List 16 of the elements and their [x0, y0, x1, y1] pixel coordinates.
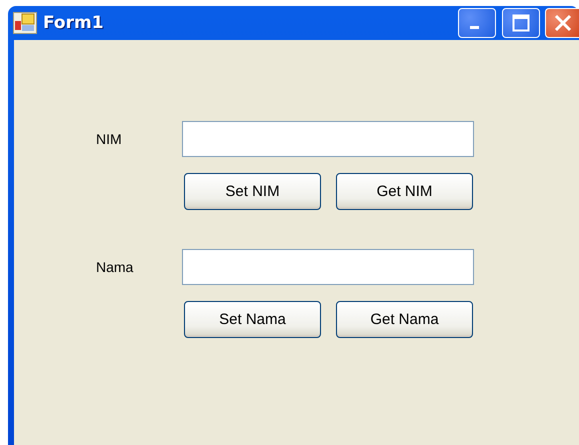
close-icon — [554, 14, 572, 32]
minimize-button[interactable] — [458, 8, 496, 38]
close-button[interactable] — [545, 8, 579, 38]
action-button[interactable]: Get Nama — [336, 301, 473, 338]
input-field[interactable] — [182, 121, 474, 157]
action-button[interactable]: Set NIM — [184, 173, 321, 210]
input-field[interactable] — [182, 249, 474, 285]
form-icon — [13, 12, 37, 34]
field-label: NIM — [96, 131, 123, 147]
field-label: Nama — [96, 259, 134, 275]
minimize-icon — [470, 26, 478, 28]
action-button[interactable]: Get NIM — [336, 173, 473, 210]
action-button[interactable]: Set Nama — [184, 301, 321, 338]
maximize-icon — [512, 14, 530, 32]
window-title: Form1 — [43, 13, 105, 33]
maximize-button[interactable] — [502, 8, 540, 38]
